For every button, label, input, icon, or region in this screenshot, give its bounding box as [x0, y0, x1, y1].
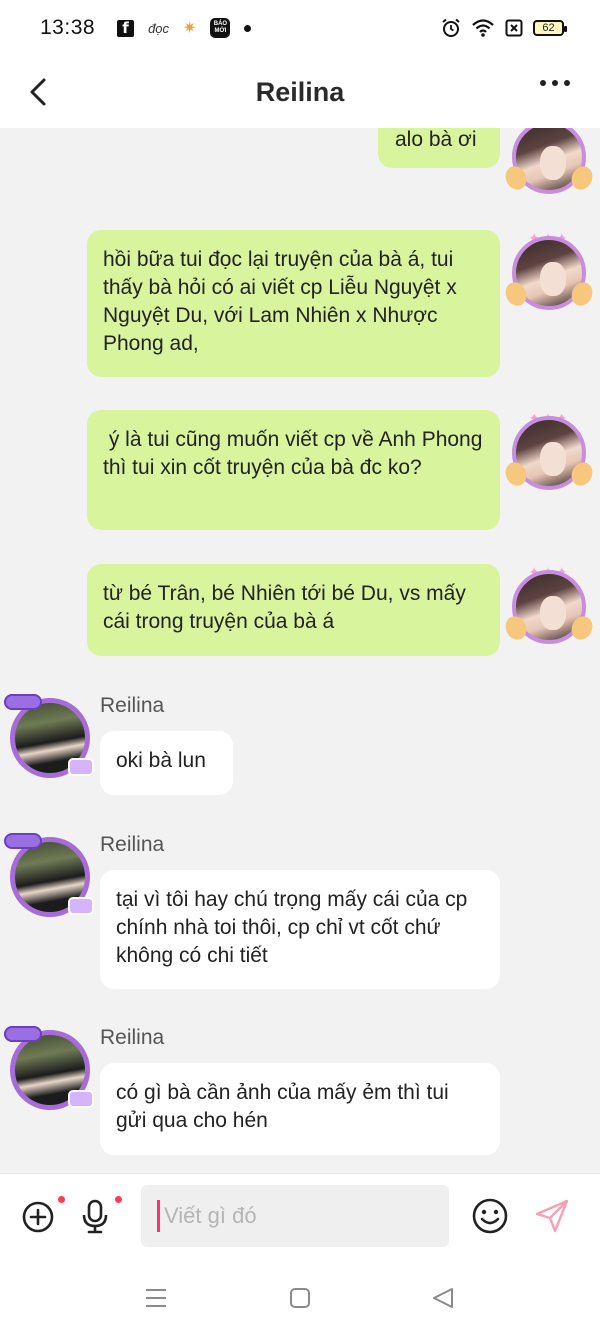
status-time: 13:38 — [40, 16, 96, 39]
chat-title: Reilina — [255, 76, 345, 107]
send-button[interactable] — [532, 1196, 572, 1236]
send-icon — [535, 1199, 569, 1233]
outgoing-message[interactable]: ý là tui cũng muốn viết cp về Anh Phong … — [87, 410, 500, 530]
avatar-badge-icon — [68, 1090, 94, 1108]
more-dot-icon — [540, 80, 546, 86]
sender-name: Reilina — [100, 1026, 165, 1049]
bao-moi-line2: MỚI — [214, 28, 227, 34]
message-input-container[interactable] — [141, 1185, 449, 1247]
contact-avatar[interactable] — [4, 694, 94, 780]
message-text: từ bé Trân, bé Nhiên tới bé Du, vs mấy c… — [103, 582, 466, 633]
battery-icon: 62 — [533, 20, 567, 36]
chevron-left-icon — [30, 78, 46, 106]
avatar-badge-icon — [68, 758, 94, 776]
wifi-icon — [472, 19, 494, 37]
more-notifications-dot-icon — [244, 24, 252, 32]
triangle-back-icon — [433, 1288, 453, 1308]
message-list[interactable]: alo bà ơi hồi bữa tui đọc lại truyện của… — [0, 128, 600, 1173]
microphone-icon — [82, 1199, 108, 1234]
reading-app-notification-icon: đọc — [148, 20, 170, 36]
attach-button[interactable] — [18, 1197, 58, 1237]
status-right-icons: 62 — [441, 18, 567, 38]
more-options-button[interactable] — [540, 80, 570, 86]
outgoing-message[interactable]: từ bé Trân, bé Nhiên tới bé Du, vs mấy c… — [87, 564, 500, 656]
message-input[interactable] — [164, 1203, 424, 1229]
my-avatar[interactable] — [501, 128, 597, 198]
facebook-notification-icon: f — [117, 19, 135, 37]
smiley-icon — [472, 1198, 508, 1234]
composer-bar — [0, 1173, 600, 1263]
voice-button[interactable] — [75, 1197, 115, 1237]
star-app-notification-icon: ✷ — [183, 20, 197, 37]
system-navigation-bar — [0, 1263, 600, 1333]
no-sim-icon — [505, 19, 523, 37]
incoming-message[interactable]: oki bà lun — [100, 731, 233, 795]
my-avatar[interactable]: ✦✦✦ — [501, 230, 597, 314]
back-button[interactable] — [24, 74, 52, 110]
my-avatar[interactable]: ✦✦✦ — [501, 564, 597, 648]
voice-notification-dot — [115, 1196, 122, 1203]
message-text: alo bà ơi — [395, 128, 477, 151]
alarm-icon — [442, 18, 460, 37]
my-avatar[interactable]: ✦✦✦ — [501, 410, 597, 494]
outgoing-message[interactable]: hồi bữa tui đọc lại truyện của bà á, tui… — [87, 230, 500, 377]
message-text: ý là tui cũng muốn viết cp về Anh Phong … — [103, 428, 489, 479]
message-text: oki bà lun — [116, 749, 206, 772]
more-dot-icon — [564, 80, 570, 86]
sunglasses-frame-icon — [4, 694, 42, 710]
square-icon — [290, 1288, 310, 1308]
incoming-message[interactable]: tại vì tôi hay chú trọng mấy cái của cp … — [100, 870, 500, 989]
contact-avatar[interactable] — [4, 1026, 94, 1112]
menu-lines-icon — [146, 1289, 166, 1307]
text-cursor — [157, 1200, 160, 1232]
home-button[interactable] — [285, 1283, 315, 1313]
system-back-button[interactable] — [428, 1283, 458, 1313]
status-bar: 13:38 f đọc ✷ BÁO MỚI 62 — [0, 0, 600, 56]
chat-header: Reilina — [0, 56, 600, 128]
plus-circle-icon — [22, 1201, 54, 1233]
recent-apps-button[interactable] — [141, 1283, 171, 1313]
attach-notification-dot — [58, 1196, 65, 1203]
more-dot-icon — [552, 80, 558, 86]
sender-name: Reilina — [100, 694, 165, 717]
message-text: tại vì tôi hay chú trọng mấy cái của cp … — [116, 888, 468, 967]
emoji-button[interactable] — [470, 1196, 510, 1236]
avatar-badge-icon — [68, 897, 94, 915]
outgoing-message[interactable]: alo bà ơi — [378, 128, 500, 168]
contact-avatar[interactable] — [4, 833, 94, 919]
bao-moi-notification-icon: BÁO MỚI — [210, 18, 231, 38]
sender-name: Reilina — [100, 833, 165, 856]
message-text: có gì bà cần ảnh của mấy ẻm thì tui gửi … — [116, 1081, 449, 1132]
bao-moi-line1: BÁO — [213, 21, 228, 27]
sunglasses-frame-icon — [4, 833, 42, 849]
sunglasses-frame-icon — [4, 1026, 42, 1042]
message-text: hồi bữa tui đọc lại truyện của bà á, tui… — [103, 248, 457, 355]
incoming-message[interactable]: có gì bà cần ảnh của mấy ẻm thì tui gửi … — [100, 1063, 500, 1155]
